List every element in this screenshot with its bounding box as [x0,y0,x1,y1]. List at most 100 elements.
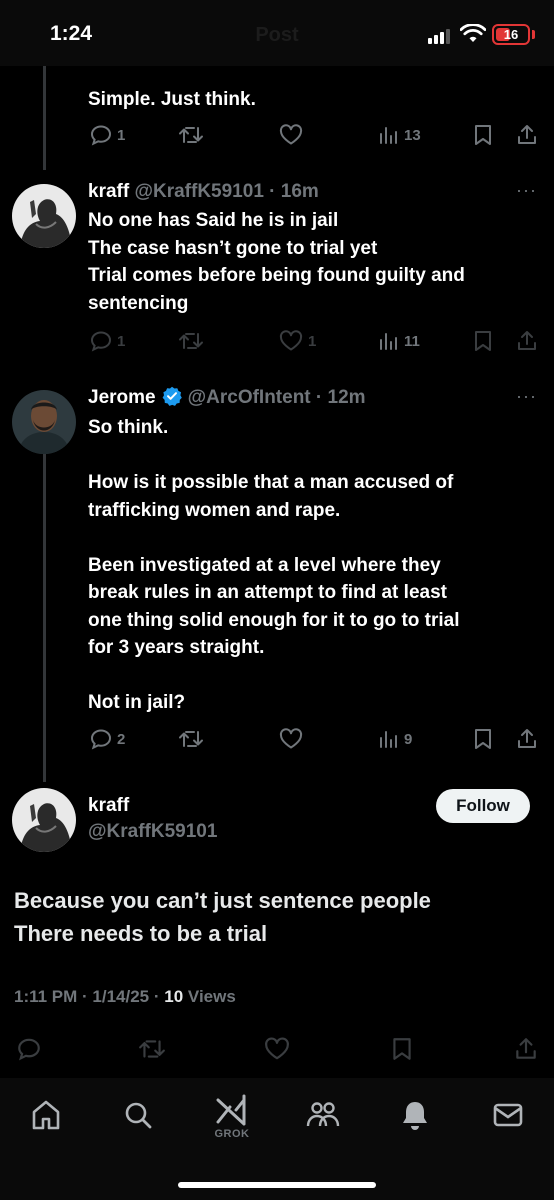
nav-communities-icon[interactable] [305,1098,341,1137]
views-button[interactable]: 11 [378,329,420,353]
thread-line [43,452,46,782]
repost-icon [139,1040,165,1058]
meta-separator: · [149,987,165,1006]
repost-icon [179,333,203,349]
like-count: 1 [308,332,317,350]
avatar[interactable] [12,184,76,248]
reply-button[interactable]: 2 [89,727,125,751]
cellular-signal-icon [428,28,454,44]
like-button[interactable]: 1 [278,329,316,353]
nav-grok-icon[interactable] [214,1094,250,1131]
battery-icon: 16 [492,24,530,45]
author-name[interactable]: Jerome [88,387,156,408]
author-handle[interactable]: @KraffK59101 [134,181,263,202]
reply-text: No one has Said he is in jail The case h… [88,210,465,314]
like-button[interactable] [278,123,304,147]
avatar[interactable] [12,390,76,454]
reply-text: So think. How is it possible that a man … [88,417,460,713]
reply-icon [90,331,112,352]
views-icon [380,127,397,144]
repost-icon [179,127,203,143]
reply-count: 1 [117,332,126,350]
views-button[interactable]: 9 [378,727,412,751]
reply-text: Simple. Just think. [88,89,256,110]
wifi-icon [460,24,486,42]
author-name[interactable]: kraff [88,795,129,816]
follow-button[interactable]: Follow [436,789,530,823]
bookmark-button[interactable] [472,727,494,751]
reply-count: 1 [117,126,126,144]
views-count: 11 [404,332,420,350]
repost-button[interactable] [178,123,204,147]
like-button[interactable] [263,1036,291,1062]
nav-home-icon[interactable] [30,1098,62,1137]
grok-label: GROK [214,1128,250,1140]
post-date[interactable]: 1/14/25 [92,987,149,1006]
thread-line [43,66,46,170]
post-meta: 1:11 PM · 1/14/25 · 10 Views [14,987,236,1007]
bookmark-icon [475,331,491,351]
reply-header: Jerome @ArcOfIntent · 12m [88,386,366,410]
views-count: 10 [164,987,184,1006]
views-count: 9 [404,730,413,748]
nav-messages-icon[interactable] [492,1098,524,1137]
heart-icon [279,124,303,145]
repost-button[interactable] [178,727,204,751]
reply-icon [18,1038,40,1061]
main-post-handle[interactable]: @KraffK59101 [88,820,217,844]
battery-nub [532,30,535,39]
share-icon [518,125,536,144]
main-post-name[interactable]: kraff [88,794,129,818]
post-time[interactable]: 1:11 PM [14,987,77,1006]
like-button[interactable] [278,727,304,751]
reply-button[interactable]: 1 [89,123,125,147]
views-icon [380,333,397,350]
time-separator: · [310,387,328,408]
home-indicator[interactable] [178,1182,376,1188]
share-button[interactable] [515,329,539,353]
views-count: 13 [404,126,421,144]
author-handle[interactable]: @KraffK59101 [88,821,217,842]
bookmark-button[interactable] [390,1036,414,1062]
repost-button[interactable] [138,1036,166,1062]
reply-button[interactable] [16,1036,42,1062]
bookmark-button[interactable] [472,329,494,353]
views-icon [380,731,397,748]
verified-badge-icon [162,386,182,406]
post-time[interactable]: 12m [328,387,366,408]
meta-separator: · [77,987,93,1006]
share-icon [516,1038,536,1059]
heart-icon [279,330,303,351]
repost-button[interactable] [178,329,204,353]
reply-count: 2 [117,730,126,748]
share-button[interactable] [513,1036,539,1062]
avatar[interactable] [12,788,76,852]
bookmark-button[interactable] [472,123,494,147]
reply-icon [90,125,112,146]
author-handle[interactable]: @ArcOfIntent [188,387,311,408]
heart-icon [265,1037,289,1060]
battery-level: 16 [503,27,519,42]
more-options-icon[interactable]: ··· [516,180,537,201]
repost-icon [179,731,203,747]
nav-search-icon[interactable] [122,1098,154,1137]
bookmark-icon [393,1038,411,1060]
views-button[interactable]: 13 [378,123,421,147]
reply-icon [90,729,112,750]
main-post-text: Because you can’t just sentence people T… [14,888,431,946]
post-time[interactable]: 16m [281,181,319,202]
share-button[interactable] [515,123,539,147]
reply-button[interactable]: 1 [89,329,125,353]
share-button[interactable] [515,727,539,751]
heart-icon [279,728,303,749]
more-options-icon[interactable]: ··· [516,386,537,407]
author-name[interactable]: kraff [88,181,129,202]
screen: 1:24 Post 16 Simple. Just think. 1 13 kr… [0,0,554,1200]
status-bar: 1:24 Post 16 [0,0,554,66]
bookmark-icon [475,125,491,145]
views-label: Views [187,987,236,1006]
reply-header: kraff @KraffK59101 · 16m [88,180,319,204]
nav-notifications-icon[interactable] [399,1098,431,1137]
share-icon [518,729,536,748]
share-icon [518,331,536,350]
